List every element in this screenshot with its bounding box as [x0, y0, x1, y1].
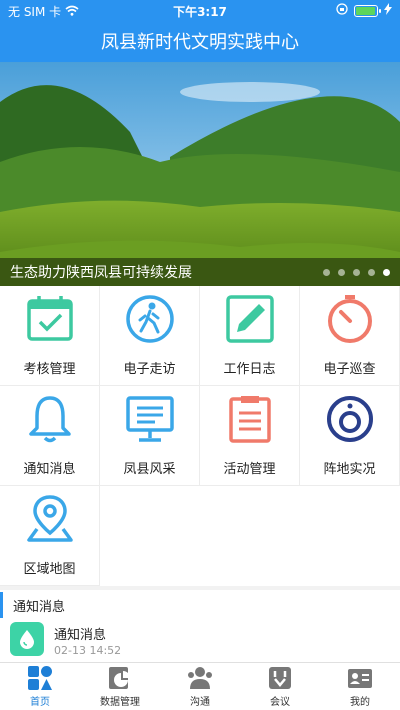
tab-label: 沟通 — [190, 697, 210, 708]
bell-icon — [29, 396, 71, 443]
battery-icon — [354, 4, 381, 17]
orientation-lock-icon — [336, 3, 348, 18]
grid-item-notifications[interactable]: 通知消息 — [0, 386, 100, 486]
grid-item-label: 阵地实况 — [323, 462, 376, 477]
carousel-dot-active[interactable] — [383, 269, 390, 276]
notice-section: 通知消息 通知消息 02-13 14:52 — [0, 590, 400, 662]
carousel-dot[interactable] — [323, 269, 330, 276]
carousel-dots[interactable] — [323, 269, 390, 276]
grid-item-label: 电子走访 — [123, 362, 176, 377]
chart-icon — [109, 667, 130, 689]
charging-icon — [384, 3, 392, 18]
carousel-dot[interactable] — [338, 269, 345, 276]
grid-item-label: 电子巡查 — [323, 362, 376, 377]
tab-home[interactable]: 首页 — [0, 663, 80, 710]
notice-item-time: 02-13 14:52 — [54, 644, 122, 657]
notice-item-title: 通知消息 — [54, 628, 107, 643]
map-pin-icon — [27, 495, 73, 542]
notice-list-item[interactable]: 通知消息 02-13 14:52 — [0, 620, 400, 660]
water-drop-icon — [10, 622, 44, 656]
bottom-tab-bar: 首页 数据管理 沟通 会议 我的 — [0, 662, 400, 710]
status-bar: 无 SIM 卡 下午3:17 — [0, 0, 400, 20]
monitor-icon — [126, 396, 174, 442]
tab-communicate[interactable]: 沟通 — [160, 663, 240, 710]
banner-image — [0, 62, 400, 286]
live-circle-icon — [327, 396, 373, 442]
grid-item-visit[interactable]: 电子走访 — [100, 286, 200, 386]
carousel-dot[interactable] — [353, 269, 360, 276]
grid-item-label: 通知消息 — [23, 462, 76, 477]
grid-item-label: 区域地图 — [23, 562, 76, 577]
home-icon — [28, 666, 52, 690]
grid-item-live[interactable]: 阵地实况 — [300, 386, 400, 486]
people-icon — [188, 667, 212, 689]
grid-item-patrol[interactable]: 电子巡查 — [300, 286, 400, 386]
grid-item-assessment[interactable]: 考核管理 — [0, 286, 100, 386]
profile-card-icon — [348, 669, 372, 688]
app-header: 凤县新时代文明实践中心 — [0, 20, 400, 62]
clipboard-list-icon — [229, 396, 271, 443]
grid-item-label: 工作日志 — [223, 362, 276, 377]
tab-label: 首页 — [30, 697, 50, 708]
page-title: 凤县新时代文明实践中心 — [101, 32, 299, 53]
edit-note-icon — [226, 295, 274, 343]
meeting-icon — [269, 667, 291, 689]
carousel-dot[interactable] — [368, 269, 375, 276]
walking-person-icon — [126, 295, 174, 343]
grid-item-label: 活动管理 — [223, 462, 276, 477]
grid-item-worklog[interactable]: 工作日志 — [200, 286, 300, 386]
grid-item-label: 考核管理 — [23, 362, 76, 377]
grid-item-map[interactable]: 区域地图 — [0, 486, 100, 586]
tab-data[interactable]: 数据管理 — [80, 663, 160, 710]
tab-profile[interactable]: 我的 — [320, 663, 400, 710]
tab-label: 数据管理 — [100, 697, 140, 708]
grid-item-label: 凤县风采 — [123, 462, 176, 477]
grid-item-showcase[interactable]: 凤县风采 — [100, 386, 200, 486]
section-title: 通知消息 — [0, 592, 400, 618]
banner-carousel[interactable]: 生态助力陕西凤县可持续发展 — [0, 62, 400, 286]
grid-item-activity[interactable]: 活动管理 — [200, 386, 300, 486]
tab-label: 我的 — [350, 697, 370, 708]
tab-label: 会议 — [270, 697, 290, 708]
tab-meeting[interactable]: 会议 — [240, 663, 320, 710]
calendar-check-icon — [27, 296, 73, 341]
stopwatch-icon — [328, 295, 372, 343]
feature-grid: 考核管理 电子走访 工作日志 电子巡查 通知消息 凤县风采 活动管理 阵地实况 … — [0, 286, 400, 586]
